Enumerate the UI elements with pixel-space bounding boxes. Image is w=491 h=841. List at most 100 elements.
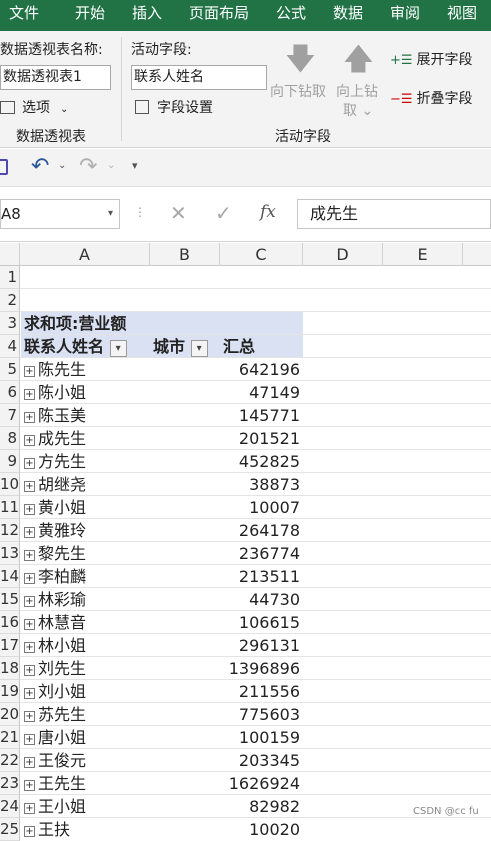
pivot-row-name[interactable]: + 王先生 <box>24 772 150 795</box>
row-header[interactable]: 13 <box>0 542 20 565</box>
row-header[interactable]: 24 <box>0 795 20 818</box>
pivot-row-name[interactable]: + 刘先生 <box>24 657 150 680</box>
row-header[interactable]: 22 <box>0 749 20 772</box>
pivot-row-total[interactable]: 38873 <box>220 473 300 496</box>
tab-insert[interactable]: 插入 <box>132 2 162 23</box>
drag-handle-icon[interactable]: ⋮ <box>134 205 146 219</box>
column-header-b[interactable]: B <box>150 243 220 266</box>
row-header[interactable]: 4 <box>0 335 20 358</box>
active-field-input[interactable]: 联系人姓名 <box>131 65 267 90</box>
expand-plus-icon[interactable]: + <box>24 435 35 446</box>
pivot-row-name[interactable]: + 刘小姐 <box>24 680 150 703</box>
expand-plus-icon[interactable]: + <box>24 803 35 814</box>
select-all-corner[interactable] <box>0 243 20 266</box>
expand-plus-icon[interactable]: + <box>24 619 35 630</box>
expand-plus-icon[interactable]: + <box>24 389 35 400</box>
row-header[interactable]: 14 <box>0 565 20 588</box>
expand-field-button[interactable]: +☰ 展开字段 <box>390 49 473 69</box>
pivot-row-total[interactable]: 642196 <box>220 358 300 381</box>
pivot-row-name[interactable]: + 王小姐 <box>24 795 150 818</box>
row-header[interactable]: 17 <box>0 634 20 657</box>
pivot-row-name[interactable]: + 林小姐 <box>24 634 150 657</box>
drill-up-button[interactable]: 向上钻 <box>336 81 378 101</box>
pivot-row-name[interactable]: + 林彩瑜 <box>24 588 150 611</box>
expand-plus-icon[interactable]: + <box>24 711 35 722</box>
expand-plus-icon[interactable]: + <box>24 734 35 745</box>
expand-plus-icon[interactable]: + <box>24 757 35 768</box>
expand-plus-icon[interactable]: + <box>24 527 35 538</box>
undo-icon[interactable]: ↶ <box>31 154 49 179</box>
row-header[interactable]: 25 <box>0 818 20 841</box>
pivot-row-total[interactable]: 106615 <box>220 611 300 634</box>
filter-dropdown-icon[interactable]: ▾ <box>109 340 127 357</box>
row-header[interactable]: 8 <box>0 427 20 450</box>
name-box[interactable]: A8 ▾ <box>0 199 120 229</box>
pivot-row-total[interactable]: 82982 <box>220 795 300 818</box>
row-header[interactable]: 9 <box>0 450 20 473</box>
row-header[interactable]: 11 <box>0 496 20 519</box>
pivot-row-name[interactable]: + 黎先生 <box>24 542 150 565</box>
drill-down-button[interactable]: 向下钻取 <box>270 81 326 101</box>
pivot-row-name[interactable]: + 陈先生 <box>24 358 150 381</box>
pivot-row-name[interactable]: + 成先生 <box>24 427 150 450</box>
enter-icon[interactable]: ✓ <box>215 201 232 225</box>
pivot-row-name[interactable]: + 胡继尧 <box>24 473 150 496</box>
customize-qat-icon[interactable]: ▾ <box>132 159 138 172</box>
pivot-row-name[interactable]: + 陈玉美 <box>24 404 150 427</box>
pivot-row-name[interactable]: + 李柏麟 <box>24 565 150 588</box>
expand-plus-icon[interactable]: + <box>24 688 35 699</box>
cancel-icon[interactable]: ✕ <box>170 201 187 225</box>
tab-view[interactable]: 视图 <box>447 2 477 23</box>
expand-plus-icon[interactable]: + <box>24 780 35 791</box>
redo-dropdown-icon[interactable]: ⌄ <box>107 160 115 171</box>
pivot-total-header[interactable]: 汇总 <box>220 335 303 358</box>
pivot-city-header[interactable]: 城市 ▾ <box>150 335 220 358</box>
pivot-row-total[interactable]: 44730 <box>220 588 300 611</box>
expand-plus-icon[interactable]: + <box>24 366 35 377</box>
row-header[interactable]: 18 <box>0 657 20 680</box>
pivot-row-name[interactable]: + 唐小姐 <box>24 726 150 749</box>
pivot-row-total[interactable]: 100159 <box>220 726 300 749</box>
undo-dropdown-icon[interactable]: ⌄ <box>58 160 66 171</box>
pivot-row-total[interactable]: 775603 <box>220 703 300 726</box>
column-header-e[interactable]: E <box>383 243 463 266</box>
pivot-row-total[interactable]: 47149 <box>220 381 300 404</box>
expand-plus-icon[interactable]: + <box>24 826 35 837</box>
row-header[interactable]: 10 <box>0 473 20 496</box>
collapse-field-button[interactable]: −☰ 折叠字段 <box>390 88 473 108</box>
pivot-row-total[interactable]: 10020 <box>220 818 300 841</box>
row-header[interactable]: 12 <box>0 519 20 542</box>
pivot-row-total[interactable]: 213511 <box>220 565 300 588</box>
row-header[interactable]: 21 <box>0 726 20 749</box>
pivot-row-total[interactable]: 201521 <box>220 427 300 450</box>
pivot-row-total[interactable]: 236774 <box>220 542 300 565</box>
expand-plus-icon[interactable]: + <box>24 573 35 584</box>
expand-plus-icon[interactable]: + <box>24 665 35 676</box>
row-header[interactable]: 5 <box>0 358 20 381</box>
row-header[interactable]: 1 <box>0 266 20 289</box>
pivot-name-input[interactable]: 数据透视表1 <box>0 65 111 90</box>
pivot-row-name[interactable]: + 陈小姐 <box>24 381 150 404</box>
pivot-row-name[interactable]: + 黄小姐 <box>24 496 150 519</box>
tab-home[interactable]: 开始 <box>75 2 105 23</box>
field-settings-button[interactable]: 字段设置 <box>135 97 213 117</box>
expand-plus-icon[interactable]: + <box>24 504 35 515</box>
tab-page-layout[interactable]: 页面布局 <box>189 2 249 23</box>
tab-file[interactable]: 文件 <box>9 2 39 23</box>
row-header[interactable]: 19 <box>0 680 20 703</box>
pivot-row-name[interactable]: + 黄雅玲 <box>24 519 150 542</box>
pivot-row-total[interactable]: 296131 <box>220 634 300 657</box>
expand-plus-icon[interactable]: + <box>24 412 35 423</box>
pivot-title-cell[interactable]: 求和项:营业额 <box>21 312 303 335</box>
tab-data[interactable]: 数据 <box>333 2 363 23</box>
pivot-row-name[interactable]: + 林慧音 <box>24 611 150 634</box>
row-header[interactable]: 3 <box>0 312 20 335</box>
column-header-d[interactable]: D <box>303 243 383 266</box>
row-header[interactable]: 23 <box>0 772 20 795</box>
pivot-row-label-header[interactable]: 联系人姓名 ▾ <box>21 335 150 358</box>
pivot-row-total[interactable]: 211556 <box>220 680 300 703</box>
expand-plus-icon[interactable]: + <box>24 550 35 561</box>
pivot-row-total[interactable]: 1396896 <box>220 657 300 680</box>
row-header[interactable]: 7 <box>0 404 20 427</box>
pivot-row-name[interactable]: + 苏先生 <box>24 703 150 726</box>
